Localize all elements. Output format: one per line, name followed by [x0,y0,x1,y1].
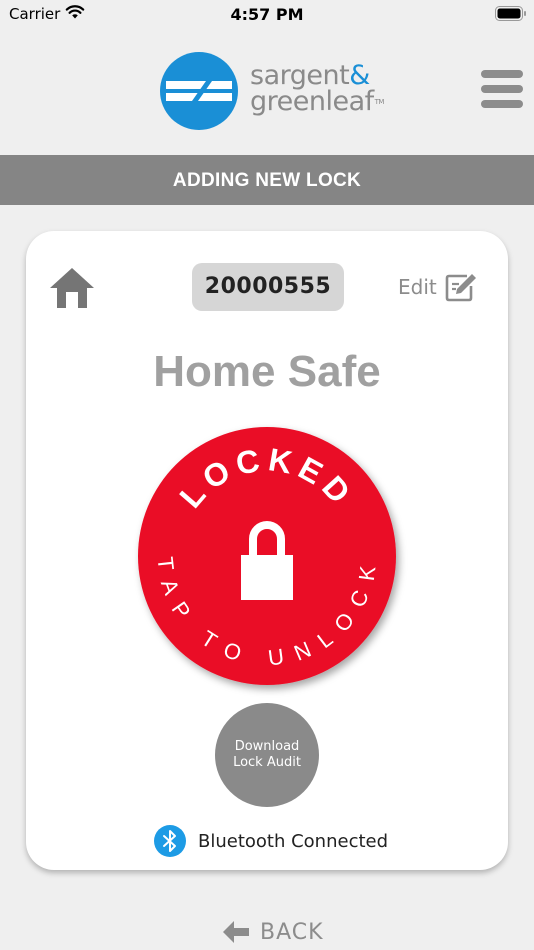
app-header: sargent& greenleafTM [0,30,534,155]
menu-bar-top [481,70,523,78]
home-icon[interactable] [48,266,96,310]
brand-wordmark: sargent& greenleafTM [250,62,385,117]
lock-card: 20000555 Edit Home Safe LOCKED TAP TO UN… [26,231,508,870]
battery-icon [495,6,526,21]
brand-tm: TM [374,98,385,106]
brand-line2: greenleaf [250,86,374,117]
status-bar: Carrier 4:57 PM [0,0,534,30]
clock: 4:57 PM [230,5,304,24]
download-lock-audit-button[interactable]: Download Lock Audit [215,703,319,807]
sargent-greenleaf-logo-icon [160,52,238,130]
lock-name: Home Safe [153,347,381,396]
hamburger-menu-icon[interactable] [481,70,525,110]
bluetooth-status-label: Bluetooth Connected [198,830,389,852]
edit-button[interactable]: Edit [398,271,477,303]
edit-icon [445,274,476,302]
menu-bar-middle [481,85,523,93]
back-label: BACK [260,919,324,945]
bluetooth-icon [154,825,186,857]
tap-to-unlock-button[interactable]: LOCKED TAP TO UNLOCK [138,427,396,685]
bluetooth-status: Bluetooth Connected [154,825,388,857]
arrow-left-icon [223,921,249,943]
lock-button-graphic: LOCKED TAP TO UNLOCK [138,427,396,685]
back-button[interactable]: BACK [222,917,324,947]
edit-label: Edit [398,275,437,299]
lock-serial-number: 20000555 [192,263,344,311]
menu-bar-bottom [481,100,523,108]
page-title-banner: ADDING NEW LOCK [0,155,534,205]
